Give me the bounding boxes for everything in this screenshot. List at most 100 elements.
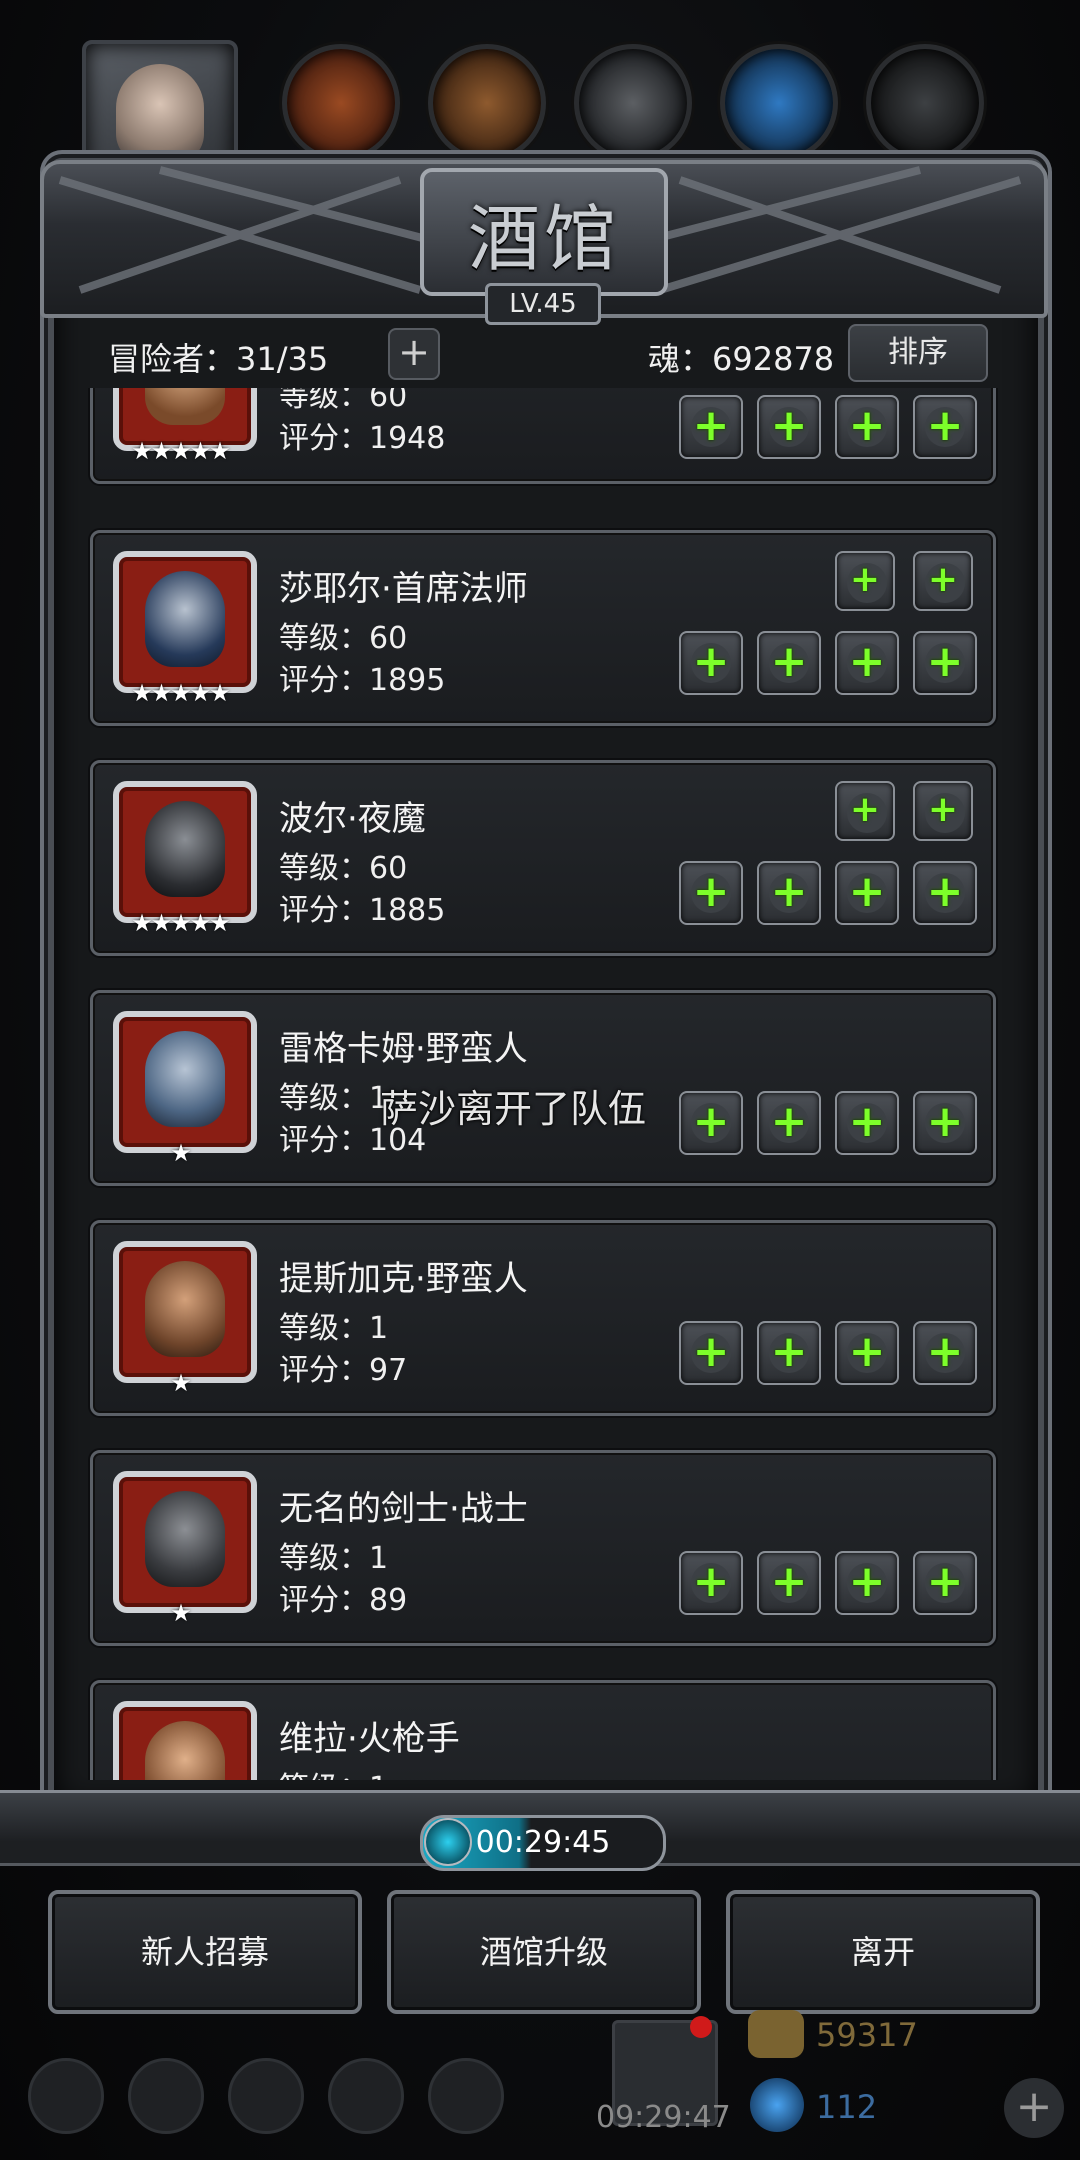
- guild-icon[interactable]: [228, 2058, 304, 2134]
- add-icon: +: [849, 559, 881, 600]
- hero-card[interactable]: ★★★★★ 莎耶尔·首席法师 等级：60 评分：1895 + + + + + +: [90, 530, 996, 726]
- hero-portrait[interactable]: [113, 781, 257, 923]
- weapon-slot[interactable]: +: [679, 1321, 743, 1385]
- toast-message: 萨沙离开了队伍: [380, 1087, 647, 1131]
- hero-level: 等级：60: [279, 621, 408, 656]
- weapon-slot[interactable]: +: [679, 1091, 743, 1155]
- leave-button[interactable]: 离开: [726, 1890, 1040, 2014]
- title-plate: 酒馆: [420, 168, 668, 296]
- wood-resource-icon[interactable]: [428, 44, 546, 162]
- crystal-resource-icon[interactable]: [720, 44, 838, 162]
- hero-level: 等级：1: [279, 1541, 389, 1576]
- hero-level: 等级：1: [279, 1311, 389, 1346]
- hero-card[interactable]: ★ 无名的剑士·战士 等级：1 评分：89 + + + +: [90, 1450, 996, 1646]
- buy-gems-button[interactable]: +: [1004, 2078, 1064, 2138]
- upgrade-tavern-button[interactable]: 酒馆升级: [387, 1890, 701, 2014]
- hero-card[interactable]: ★ 提斯加克·野蛮人 等级：1 评分：97 + + + +: [90, 1220, 996, 1416]
- accessory-slot[interactable]: +: [835, 395, 899, 459]
- add-icon: +: [770, 1556, 808, 1607]
- meat-resource-icon[interactable]: [282, 44, 400, 162]
- skill-slot[interactable]: +: [835, 781, 895, 841]
- weapon-slot[interactable]: +: [679, 395, 743, 459]
- game-clock: 09:29:47: [596, 2100, 731, 2135]
- add-icon: +: [926, 1096, 964, 1147]
- accessory-slot[interactable]: +: [835, 1091, 899, 1155]
- accessory-slot[interactable]: +: [913, 1551, 977, 1615]
- hero-card[interactable]: ★★★★★ 等级：60 评分：1948 + + + +: [90, 388, 996, 484]
- timer-icon: [424, 1818, 472, 1866]
- accessory-slot[interactable]: +: [913, 631, 977, 695]
- accessory-slot[interactable]: +: [913, 1321, 977, 1385]
- hero-level: 等级：60: [279, 851, 408, 886]
- weapon-slot[interactable]: +: [679, 631, 743, 695]
- accessory-slot[interactable]: +: [835, 1551, 899, 1615]
- add-icon: +: [926, 1556, 964, 1607]
- sort-button[interactable]: 排序: [848, 324, 988, 382]
- soul-count: 魂：692878: [648, 340, 835, 378]
- add-icon: +: [692, 866, 730, 917]
- armor-slot[interactable]: +: [757, 1551, 821, 1615]
- dialog-title: 酒馆: [467, 196, 620, 281]
- quest-icon[interactable]: [428, 2058, 504, 2134]
- hero-name: 波尔·夜魔: [279, 799, 426, 839]
- weapon-slot[interactable]: +: [679, 1551, 743, 1615]
- expand-capacity-button[interactable]: +: [388, 328, 440, 380]
- armor-slot[interactable]: +: [757, 395, 821, 459]
- add-icon: +: [770, 1326, 808, 1377]
- accessory-slot[interactable]: +: [913, 395, 977, 459]
- hero-card[interactable]: 维拉·火枪手 等级：1: [90, 1680, 996, 1780]
- accessory-slot[interactable]: +: [835, 631, 899, 695]
- add-icon: +: [692, 636, 730, 687]
- adventurer-count: 冒险者：31/35: [108, 340, 329, 378]
- hero-portrait[interactable]: [113, 1701, 257, 1780]
- star-rating: ★: [170, 1599, 192, 1627]
- mail-icon[interactable]: [328, 2058, 404, 2134]
- armor-slot[interactable]: +: [757, 861, 821, 925]
- add-icon: +: [927, 789, 959, 830]
- hero-portrait[interactable]: [113, 1011, 257, 1153]
- achievement-icon[interactable]: [128, 2058, 204, 2134]
- add-icon: +: [770, 1096, 808, 1147]
- add-icon: +: [770, 400, 808, 451]
- hero-portrait[interactable]: [113, 1241, 257, 1383]
- skill-slot[interactable]: +: [913, 551, 973, 611]
- armor-slot[interactable]: +: [757, 1321, 821, 1385]
- add-icon: +: [926, 866, 964, 917]
- add-icon: +: [848, 1556, 886, 1607]
- tavern-level-badge: LV.45: [485, 283, 601, 325]
- hero-name: 无名的剑士·战士: [279, 1489, 528, 1529]
- add-icon: +: [692, 400, 730, 451]
- hero-card[interactable]: ★★★★★ 波尔·夜魔 等级：60 评分：1885 + + + + + +: [90, 760, 996, 956]
- coal-resource-icon[interactable]: [866, 44, 984, 162]
- iron-resource-icon[interactable]: [574, 44, 692, 162]
- hero-score: 评分：89: [279, 1583, 408, 1618]
- add-icon: +: [926, 400, 964, 451]
- gem-count: 112: [816, 2088, 878, 2126]
- skill-slot[interactable]: +: [913, 781, 973, 841]
- star-rating: ★★★★★: [131, 909, 231, 937]
- add-icon: +: [770, 636, 808, 687]
- hero-score: 评分：1885: [279, 893, 446, 928]
- hero-portrait[interactable]: [113, 551, 257, 693]
- hero-portrait[interactable]: [113, 1471, 257, 1613]
- skill-slot[interactable]: +: [835, 551, 895, 611]
- add-icon: +: [692, 1556, 730, 1607]
- gem-icon: [750, 2078, 804, 2132]
- accessory-slot[interactable]: +: [913, 861, 977, 925]
- weapon-slot[interactable]: +: [679, 861, 743, 925]
- accessory-slot[interactable]: +: [913, 1091, 977, 1155]
- accessory-slot[interactable]: +: [835, 1321, 899, 1385]
- accessory-slot[interactable]: +: [835, 861, 899, 925]
- armor-slot[interactable]: +: [757, 631, 821, 695]
- add-icon: +: [770, 866, 808, 917]
- add-icon: +: [849, 789, 881, 830]
- add-icon: +: [848, 400, 886, 451]
- star-rating: ★★★★★: [131, 679, 231, 707]
- add-icon: +: [692, 1096, 730, 1147]
- recruit-button[interactable]: 新人招募: [48, 1890, 362, 2014]
- settings-icon[interactable]: [28, 2058, 104, 2134]
- armor-slot[interactable]: +: [757, 1091, 821, 1155]
- add-icon: +: [926, 636, 964, 687]
- add-icon: +: [926, 1326, 964, 1377]
- add-icon: +: [692, 1326, 730, 1377]
